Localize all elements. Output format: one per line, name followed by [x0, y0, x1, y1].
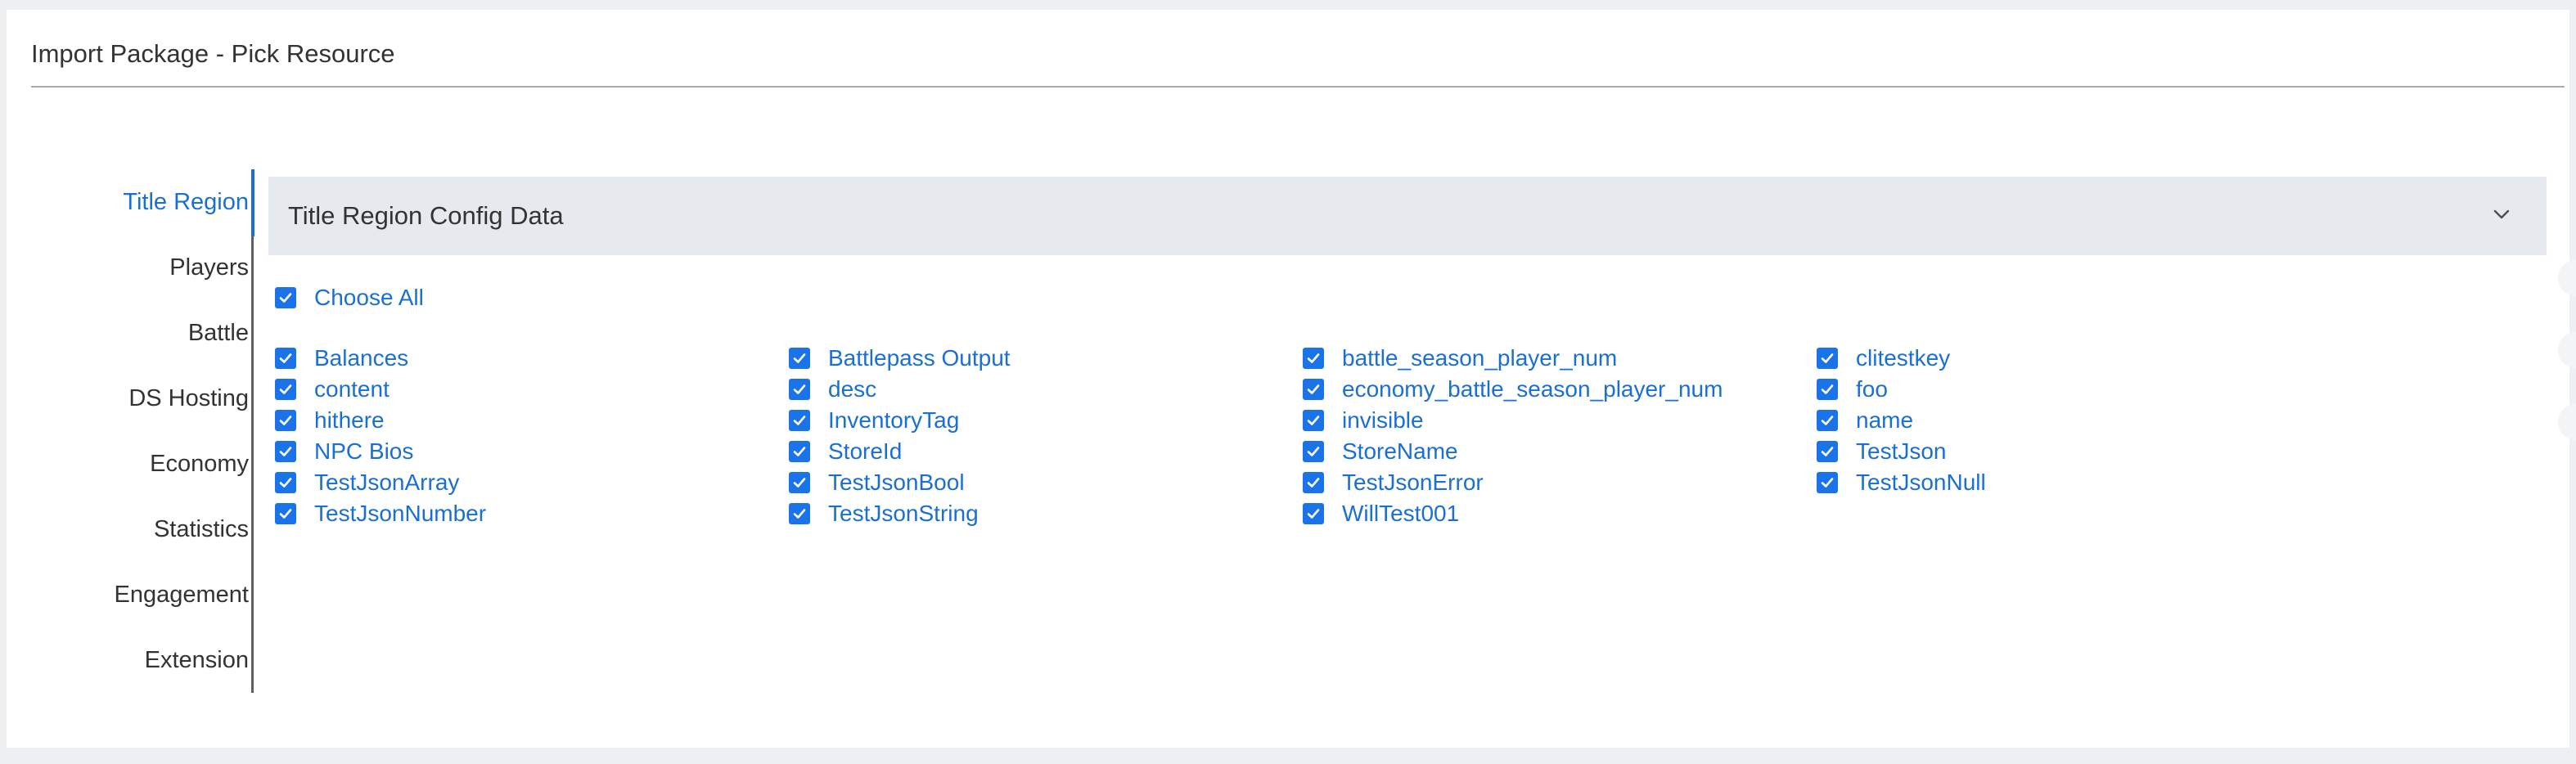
chevron-down-icon[interactable] [2489, 202, 2514, 227]
resource-checkbox[interactable]: TestJsonString [789, 498, 979, 529]
checkbox-checked-icon[interactable] [1303, 348, 1324, 369]
checkbox-checked-icon[interactable] [275, 503, 296, 524]
checkbox-checked-icon[interactable] [1817, 410, 1838, 431]
resource-checkbox[interactable]: battle_season_player_num [1303, 343, 1617, 374]
resource-label: hithere [314, 407, 385, 433]
resource-checkbox[interactable]: StoreId [789, 436, 902, 467]
resource-label: economy_battle_season_player_num [1342, 376, 1723, 402]
checkbox-checked-icon[interactable] [275, 379, 296, 400]
resource-checkbox-grid: Balances content hithere NPC Bios TestJsonAr… [275, 343, 2370, 529]
resource-label: TestJsonError [1342, 470, 1484, 495]
nav-rail [251, 169, 254, 693]
resource-checkbox[interactable]: Battlepass Output [789, 343, 1011, 374]
resource-label: TestJsonArray [314, 470, 460, 495]
nav-item-economy[interactable]: Economy [7, 431, 249, 497]
import-package-panel: Import Package - Pick Resource Title Reg… [7, 10, 2569, 748]
checkbox-checked-icon[interactable] [1303, 503, 1324, 524]
resource-label: TestJsonString [828, 501, 979, 526]
resource-label: InventoryTag [828, 407, 960, 433]
resource-label: clitestkey [1856, 345, 1951, 371]
checkbox-checked-icon[interactable] [1303, 410, 1324, 431]
checkbox-checked-icon[interactable] [1817, 348, 1838, 369]
choose-all-label: Choose All [314, 285, 424, 310]
checkbox-checked-icon[interactable] [275, 472, 296, 493]
checkbox-checked-icon[interactable] [275, 287, 296, 308]
checkbox-checked-icon[interactable] [1817, 472, 1838, 493]
resource-label: foo [1856, 376, 1888, 402]
resource-checkbox[interactable]: NPC Bios [275, 436, 413, 467]
checkbox-checked-icon[interactable] [1817, 441, 1838, 462]
checkbox-checked-icon[interactable] [1303, 472, 1324, 493]
resource-label: battle_season_player_num [1342, 345, 1618, 371]
resource-checkbox[interactable]: foo [1817, 374, 1888, 405]
checkbox-checked-icon[interactable] [275, 348, 296, 369]
checkbox-checked-icon[interactable] [789, 441, 810, 462]
resource-checkbox[interactable]: TestJsonNull [1817, 467, 1986, 498]
resource-checkbox[interactable]: name [1817, 405, 1913, 436]
resource-label: desc [828, 376, 877, 402]
resource-label: TestJsonNumber [314, 501, 487, 526]
nav-item-title-region[interactable]: Title Region [7, 169, 249, 235]
resource-checkbox[interactable]: TestJsonNumber [275, 498, 486, 529]
page-title: Import Package - Pick Resource [31, 39, 395, 68]
checkbox-checked-icon[interactable] [1817, 379, 1838, 400]
resource-label: invisible [1342, 407, 1424, 433]
resource-checkbox[interactable]: StoreName [1303, 436, 1458, 467]
resource-checkbox[interactable]: InventoryTag [789, 405, 959, 436]
nav-active-indicator [251, 169, 254, 236]
resource-checkbox[interactable]: Balances [275, 343, 408, 374]
checkbox-checked-icon[interactable] [789, 410, 810, 431]
resource-label: StoreId [828, 438, 903, 464]
title-divider [31, 86, 2565, 88]
checkbox-checked-icon[interactable] [789, 379, 810, 400]
nav-item-players[interactable]: Players [7, 235, 249, 300]
config-data-accordion-header[interactable]: Title Region Config Data [268, 177, 2547, 255]
resource-checkbox[interactable]: hithere [275, 405, 385, 436]
resource-checkbox[interactable]: TestJsonError [1303, 467, 1484, 498]
checkbox-checked-icon[interactable] [789, 348, 810, 369]
resource-label: content [314, 376, 390, 402]
resource-label: Balances [314, 345, 409, 371]
resource-label: name [1856, 407, 1914, 433]
nav-item-statistics[interactable]: Statistics [7, 497, 249, 562]
resource-checkbox[interactable]: economy_battle_season_player_num [1303, 374, 1723, 405]
resource-label: Battlepass Output [828, 345, 1011, 371]
resource-checkbox[interactable]: desc [789, 374, 876, 405]
nav-item-extension[interactable]: Extension [7, 627, 249, 693]
resource-label: WillTest001 [1342, 501, 1460, 526]
resource-label: TestJsonNull [1856, 470, 1986, 495]
resource-checkbox[interactable]: clitestkey [1817, 343, 1950, 374]
checkbox-checked-icon[interactable] [1303, 379, 1324, 400]
nav-item-engagement[interactable]: Engagement [7, 562, 249, 627]
resource-checkbox[interactable]: invisible [1303, 405, 1424, 436]
accordion-title: Title Region Config Data [288, 201, 564, 230]
checkbox-checked-icon[interactable] [789, 472, 810, 493]
resource-label: StoreName [1342, 438, 1458, 464]
resource-checkbox[interactable]: content [275, 374, 390, 405]
choose-all-checkbox[interactable]: Choose All [275, 282, 424, 313]
resource-label: TestJsonBool [828, 470, 965, 495]
checkbox-checked-icon[interactable] [1303, 441, 1324, 462]
checkbox-checked-icon[interactable] [789, 503, 810, 524]
checkbox-checked-icon[interactable] [275, 441, 296, 462]
resource-checkbox[interactable]: WillTest001 [1303, 498, 1459, 529]
resource-label: NPC Bios [314, 438, 414, 464]
resource-checkbox[interactable]: TestJsonBool [789, 467, 965, 498]
checkbox-checked-icon[interactable] [275, 410, 296, 431]
nav-item-battle[interactable]: Battle [7, 300, 249, 366]
resource-label: TestJson [1856, 438, 1947, 464]
nav-item-ds-hosting[interactable]: DS Hosting [7, 366, 249, 431]
resource-type-nav: Title Region Players Battle DS Hosting Econo… [7, 169, 249, 693]
resource-checkbox[interactable]: TestJsonArray [275, 467, 459, 498]
resource-checkbox[interactable]: TestJson [1817, 436, 1947, 467]
